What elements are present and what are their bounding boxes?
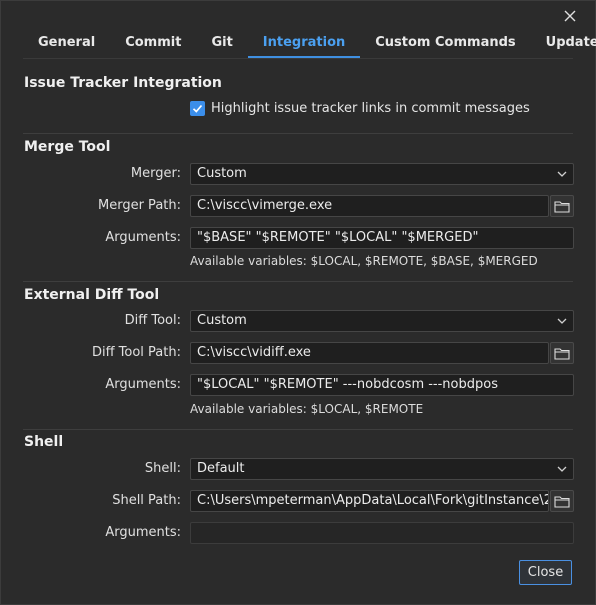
shell-select-value: Default (197, 461, 245, 476)
folder-icon (554, 495, 570, 508)
tab-general[interactable]: General (23, 30, 110, 57)
issue-tracker-title: Issue Tracker Integration (24, 75, 222, 91)
folder-icon (554, 347, 570, 360)
tab-custom-commands[interactable]: Custom Commands (360, 30, 530, 57)
checkmark-icon (192, 104, 203, 113)
close-button[interactable]: Close (519, 560, 572, 585)
diff-tool-label: Diff Tool: (124, 313, 181, 328)
merger-select-value: Custom (197, 166, 247, 181)
merger-path-input[interactable]: C:\viscc\vimerge.exe (190, 195, 549, 217)
shell-label: Shell: (144, 461, 181, 476)
shell-browse-button[interactable] (550, 490, 574, 512)
diff-tool-browse-button[interactable] (550, 342, 574, 364)
shell-path-label: Shell Path: (112, 493, 181, 508)
merger-variables-hint: Available variables: $LOCAL, $REMOTE, $B… (190, 254, 538, 268)
divider (23, 133, 573, 134)
divider (23, 429, 573, 430)
divider (23, 281, 573, 282)
highlight-links-label: Highlight issue tracker links in commit … (211, 101, 530, 116)
highlight-links-checkbox[interactable] (190, 101, 205, 116)
shell-select[interactable]: Default (190, 458, 574, 480)
shell-arguments-label: Arguments: (105, 525, 181, 540)
shell-path-input[interactable]: C:\Users\mpeterman\AppData\Local\Fork\gi… (190, 490, 549, 512)
diff-tool-title: External Diff Tool (24, 287, 160, 303)
folder-icon (554, 200, 570, 213)
merger-select[interactable]: Custom (190, 163, 574, 185)
chevron-down-icon (557, 311, 567, 331)
diff-tool-path-label: Diff Tool Path: (91, 345, 181, 360)
close-window-icon[interactable] (559, 5, 581, 27)
diff-variables-hint: Available variables: $LOCAL, $REMOTE (190, 402, 424, 416)
merge-tool-title: Merge Tool (24, 139, 111, 155)
diff-tool-select-value: Custom (197, 313, 247, 328)
shell-title: Shell (24, 434, 64, 450)
diff-arguments-label: Arguments: (105, 377, 181, 392)
tab-updates[interactable]: Updates (531, 30, 596, 57)
chevron-down-icon (557, 164, 567, 184)
diff-tool-select[interactable]: Custom (190, 310, 574, 332)
tab-commit[interactable]: Commit (110, 30, 196, 57)
diff-arguments-input[interactable]: "$LOCAL" "$REMOTE" ---nobdcosm ---nobdpo… (190, 374, 574, 396)
merger-browse-button[interactable] (550, 195, 574, 217)
merger-arguments-label: Arguments: (105, 230, 181, 245)
settings-window: General Commit Git Integration Custom Co… (0, 0, 596, 605)
tab-git[interactable]: Git (196, 30, 247, 57)
merger-arguments-input[interactable]: "$BASE" "$REMOTE" "$LOCAL" "$MERGED" (190, 227, 574, 249)
tab-integration[interactable]: Integration (247, 30, 361, 58)
chevron-down-icon (557, 459, 567, 479)
merger-label: Merger: (130, 166, 181, 181)
shell-arguments-input[interactable] (190, 522, 574, 544)
diff-tool-path-input[interactable]: C:\viscc\vidiff.exe (190, 342, 549, 364)
tab-bar: General Commit Git Integration Custom Co… (23, 30, 596, 59)
merger-path-label: Merger Path: (98, 198, 181, 213)
highlight-links-option[interactable]: Highlight issue tracker links in commit … (190, 101, 530, 116)
